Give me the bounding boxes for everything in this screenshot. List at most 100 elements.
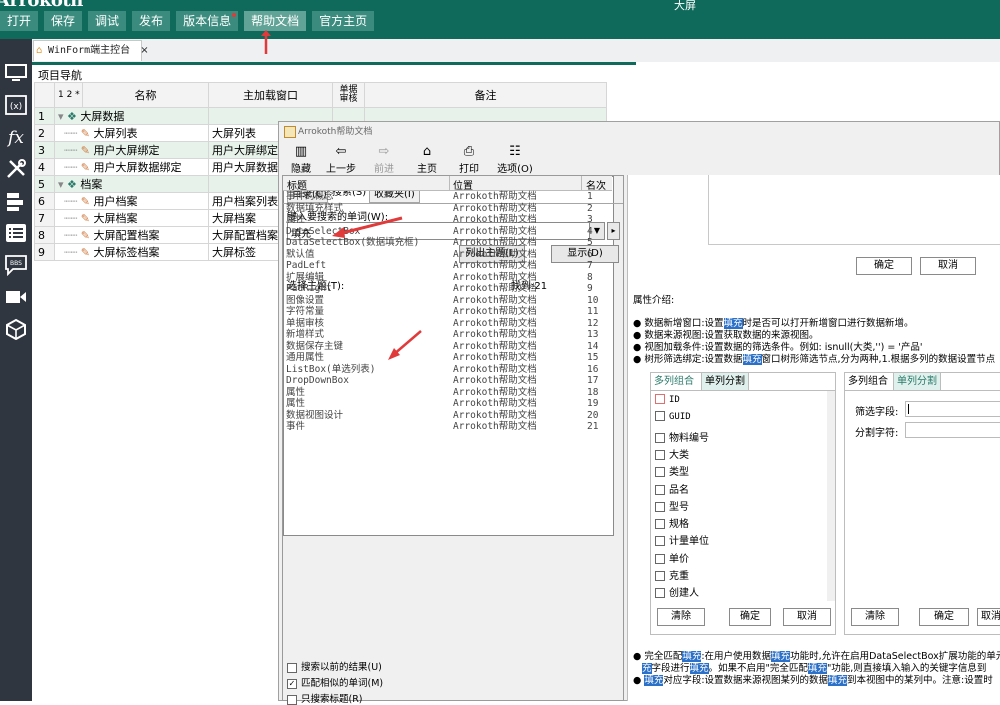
tree-name-cell[interactable]: ┈┈ ✎ 用户大屏绑定 — [54, 141, 209, 159]
panel2-confirm-button[interactable]: 确定 — [919, 608, 969, 626]
function-icon[interactable]: fx — [0, 123, 32, 151]
list-item[interactable]: 物料编号 — [655, 429, 709, 444]
list-item[interactable]: 品名 — [655, 481, 689, 496]
field-checkbox[interactable] — [655, 467, 665, 478]
list-item[interactable]: 大类 — [655, 446, 689, 461]
list-item[interactable]: 计量单位 — [655, 532, 709, 547]
hide-button[interactable]: ▥ 隐藏 — [279, 144, 323, 175]
debug-button[interactable]: 调试 — [88, 11, 127, 31]
tree-name-cell[interactable]: ┈┈ ✎ 用户大屏数据绑定 — [54, 158, 209, 176]
rank-column-header[interactable]: 名次 — [586, 177, 606, 192]
tree-name-cell[interactable]: ┈┈ ✎ 大屏配置档案 — [54, 226, 209, 244]
field-checkbox[interactable] — [655, 536, 665, 547]
tools-icon[interactable] — [0, 155, 32, 183]
level-header[interactable]: 1 2 * — [54, 82, 83, 108]
tree-name-cell[interactable]: ┈┈ ✎ 大屏标签档案 — [54, 243, 209, 261]
field-checkbox[interactable] — [655, 484, 665, 495]
filter-field-input[interactable] — [905, 401, 1000, 417]
list-item[interactable]: DropDownBox Arrokoth帮助文档 17 — [283, 375, 612, 387]
list-item[interactable]: 数据视图设计 Arrokoth帮助文档 20 — [283, 410, 612, 422]
main-window-header[interactable]: 主加载窗口 — [208, 82, 333, 108]
confirm-button[interactable]: 确定 — [856, 257, 912, 275]
list-item[interactable]: PadRight Arrokoth帮助文档 9 — [283, 283, 612, 295]
location-column-header[interactable]: 位置 — [453, 177, 473, 192]
tree-name-cell[interactable]: ┈┈ ✎ 用户档案 — [54, 192, 209, 210]
field-checkbox[interactable] — [655, 432, 665, 443]
forward-button[interactable]: ⇨ 前进 — [362, 144, 406, 175]
field-checkbox[interactable] — [655, 519, 665, 530]
tab-multi-column[interactable]: 多列组合 — [845, 373, 891, 390]
list-item[interactable]: PadLeft Arrokoth帮助文档 7 — [283, 260, 612, 272]
list-item[interactable]: 规格 — [655, 515, 689, 530]
name-header[interactable]: 名称 — [82, 82, 209, 108]
home-button[interactable]: ⌂ 主页 — [405, 144, 449, 175]
list-item[interactable]: ID — [655, 394, 680, 405]
audit-header[interactable]: 单据审核 — [332, 82, 365, 108]
search-previous-option[interactable]: 搜索以前的结果(U) — [287, 659, 382, 673]
list-item[interactable]: 数据保存主键 Arrokoth帮助文档 14 — [283, 341, 612, 353]
save-button[interactable]: 保存 — [44, 11, 83, 31]
list-item[interactable]: 默认值 Arrokoth帮助文档 6 — [283, 249, 612, 261]
list-item[interactable]: 型号 — [655, 498, 689, 513]
help-docs-button[interactable]: 帮助文档 — [244, 11, 307, 31]
field-list[interactable]: IDGUID物料编号大类类型品名型号规格计量单位单价克重创建人创建日期 — [651, 391, 827, 601]
remark-header[interactable]: 备注 — [364, 82, 607, 108]
panel2-cancel-button[interactable]: 取消 — [977, 608, 1000, 626]
split-char-input[interactable] — [905, 422, 1000, 438]
tab-winform-console[interactable]: ⌂ WinForm端主控台 × — [33, 40, 149, 61]
search-previous-checkbox[interactable] — [287, 662, 297, 673]
title-column-header[interactable]: 标题 — [287, 177, 307, 192]
list-item[interactable]: 创建人 — [655, 584, 699, 599]
tree-name-cell[interactable]: ▾ ❖ 档案 — [54, 175, 209, 193]
tab-single-split[interactable]: 单列分割 — [893, 373, 941, 390]
field-checkbox[interactable] — [655, 394, 665, 404]
options-button[interactable]: ☷ 选项(O) — [489, 144, 541, 175]
video-icon[interactable] — [0, 283, 32, 311]
tree-name-cell[interactable]: ┈┈ ✎ 大屏档案 — [54, 209, 209, 227]
list-item[interactable]: 扩展编辑 Arrokoth帮助文档 8 — [283, 272, 612, 284]
field-checkbox[interactable] — [655, 411, 665, 422]
list-item[interactable]: 数据填充样式 Arrokoth帮助文档 2 — [283, 203, 612, 215]
tab-single-split[interactable]: 单列分割 — [701, 373, 749, 390]
list-item[interactable]: 属性 Arrokoth帮助文档 18 — [283, 387, 612, 399]
match-similar-checkbox[interactable]: ✓ — [287, 678, 297, 689]
list-item[interactable]: 克重 — [655, 567, 689, 582]
variable-icon[interactable]: (x) — [0, 91, 32, 119]
list-item[interactable]: ListBox(单选列表) Arrokoth帮助文档 16 — [283, 364, 612, 376]
publish-button[interactable]: 发布 — [132, 11, 171, 31]
list-item[interactable]: 新增样式 Arrokoth帮助文档 13 — [283, 329, 612, 341]
tree-name-cell[interactable]: ▾ ❖ 大屏数据 — [54, 107, 209, 125]
titles-only-option[interactable]: 只搜索标题(R) — [287, 691, 363, 705]
list-item[interactable]: 类型 — [655, 463, 689, 478]
official-site-button[interactable]: 官方主页 — [312, 11, 375, 31]
monitor-icon[interactable] — [0, 59, 32, 87]
field-checkbox[interactable] — [655, 571, 665, 581]
collapse-icon[interactable]: ▾ — [58, 110, 64, 123]
tree-name-cell[interactable]: ┈┈ ✎ 大屏列表 — [54, 124, 209, 142]
panel1-confirm-button[interactable]: 确定 — [729, 608, 771, 626]
list-item[interactable]: 属性 Arrokoth帮助文档 19 — [283, 398, 612, 410]
list-item[interactable]: 单据审核 Arrokoth帮助文档 12 — [283, 318, 612, 330]
list-item[interactable]: 字符常量 Arrokoth帮助文档 11 — [283, 306, 612, 318]
version-info-button[interactable]: 版本信息 — [176, 11, 239, 31]
list-item[interactable]: 事件 Arrokoth帮助文档 21 — [283, 421, 612, 433]
print-button[interactable]: ⎙ 打印 — [447, 144, 491, 175]
field-checkbox[interactable] — [655, 449, 665, 460]
match-similar-option[interactable]: ✓ 匹配相似的单词(M) — [287, 675, 383, 689]
collapse-icon[interactable]: ▾ — [58, 178, 64, 191]
list-item[interactable]: 通用属性 Arrokoth帮助文档 15 — [283, 352, 612, 364]
titles-only-checkbox[interactable] — [287, 694, 297, 705]
field-checkbox[interactable] — [655, 588, 665, 599]
list-item[interactable]: 图像设置 Arrokoth帮助文档 10 — [283, 295, 612, 307]
panel2-clear-button[interactable]: 清除 — [851, 608, 899, 626]
cancel-button[interactable]: 取消 — [920, 257, 976, 275]
list-icon[interactable] — [0, 219, 32, 247]
clear-button[interactable]: 清除 — [657, 608, 705, 626]
panel1-cancel-button[interactable]: 取消 — [783, 608, 831, 626]
list-item[interactable]: GUID — [655, 411, 691, 422]
bbs-icon[interactable]: BBS — [0, 251, 32, 279]
list-item[interactable]: 事件的概念 Arrokoth帮助文档 1 — [283, 191, 612, 203]
cube-icon[interactable] — [0, 315, 32, 343]
tab-multi-column[interactable]: 多列组合 — [651, 373, 697, 390]
open-button[interactable]: 打开 — [0, 11, 39, 31]
